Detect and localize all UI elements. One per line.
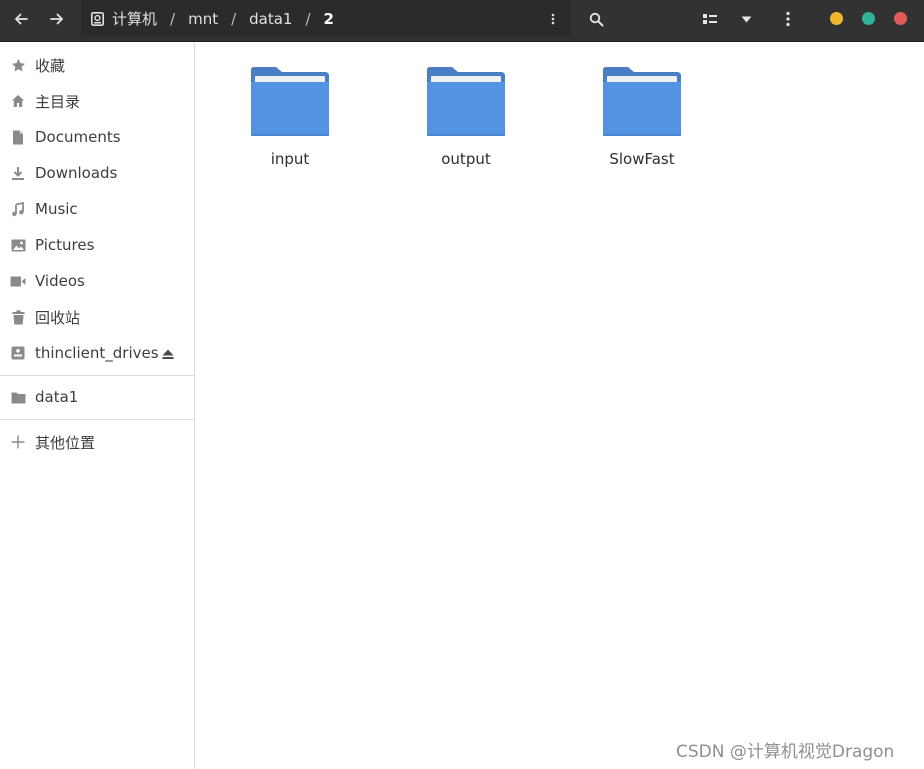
breadcrumb-label: 计算机 (112, 10, 158, 28)
sidebar-item-documents[interactable]: Documents (0, 122, 194, 152)
main-menu-button[interactable] (772, 4, 804, 34)
sidebar-item-data1[interactable]: data1 (0, 382, 194, 412)
video-icon (10, 273, 26, 289)
plus-icon (10, 434, 26, 450)
breadcrumb-separator: / (305, 9, 311, 28)
sidebar-item-downloads[interactable]: Downloads (0, 158, 194, 188)
breadcrumb-current[interactable]: 2 (322, 0, 336, 37)
breadcrumb-label: data1 (249, 9, 293, 28)
header-bar: 计算机 / mnt / data1 / 2 (0, 0, 924, 42)
maximize-button[interactable] (862, 12, 875, 25)
folder-item-slowfast[interactable]: SlowFast (572, 62, 712, 182)
list-view-icon (703, 14, 717, 24)
vertical-dots-icon (551, 13, 555, 25)
music-icon (10, 201, 26, 217)
path-bar: 计算机 / mnt / data1 / 2 (81, 0, 571, 37)
eject-icon[interactable] (162, 346, 174, 364)
vertical-dots-icon (786, 11, 790, 27)
path-menu-button[interactable] (539, 4, 567, 34)
breadcrumb-separator: / (231, 9, 237, 28)
breadcrumb-computer[interactable]: 计算机 (81, 0, 159, 37)
picture-icon (10, 237, 26, 253)
breadcrumb-separator: / (170, 9, 176, 28)
breadcrumb-data1[interactable]: data1 (247, 0, 294, 37)
sidebar-item-label: 回收站 (35, 308, 81, 327)
sidebar-item-label: 其他位置 (35, 433, 96, 452)
sidebar-item-label: data1 (35, 388, 79, 406)
sidebar-item-favorites[interactable]: 收藏 (0, 50, 194, 80)
document-icon (10, 129, 26, 145)
home-icon (10, 93, 26, 109)
sidebar-item-home[interactable]: 主目录 (0, 86, 194, 116)
sidebar-item-pictures[interactable]: Pictures (0, 230, 194, 260)
search-button[interactable] (580, 4, 612, 34)
folder-name: input (270, 150, 310, 168)
sidebar-item-label: Videos (35, 272, 85, 290)
sidebar-item-label: Documents (35, 128, 121, 146)
folder-icon (251, 67, 329, 136)
sidebar-item-label: Music (35, 200, 78, 218)
sidebar-item-label: 收藏 (35, 56, 66, 75)
watermark: CSDN @计算机视觉Dragon (676, 742, 895, 762)
breadcrumb-label: mnt (188, 9, 219, 28)
sidebar-item-label: Pictures (35, 236, 95, 254)
arrow-right-icon (50, 13, 63, 25)
view-mode-button[interactable] (694, 4, 726, 34)
sidebar-item-label: 主目录 (35, 92, 81, 111)
download-icon (10, 165, 26, 181)
trash-icon (10, 309, 26, 325)
close-button[interactable] (894, 12, 907, 25)
back-button[interactable] (5, 4, 37, 34)
file-view: input output SlowFast (196, 42, 924, 769)
sidebar-divider (0, 419, 194, 420)
search-icon (589, 12, 603, 26)
forward-button[interactable] (41, 4, 73, 34)
minimize-button[interactable] (830, 12, 843, 25)
arrow-left-icon (15, 13, 28, 25)
file-manager-window: 计算机 / mnt / data1 / 2 收藏 主目录 Documents D… (0, 0, 924, 769)
sidebar-item-music[interactable]: Music (0, 194, 194, 224)
drive-icon (91, 11, 104, 26)
sidebar-item-label: Downloads (35, 164, 118, 182)
folder-icon (10, 389, 26, 405)
view-options-dropdown[interactable] (730, 4, 762, 34)
chevron-down-icon (741, 16, 751, 22)
sidebar-item-videos[interactable]: Videos (0, 266, 194, 296)
folder-name: output (441, 150, 491, 168)
sidebar-item-trash[interactable]: 回收站 (0, 302, 194, 332)
folder-icon (603, 67, 681, 136)
drive-icon (10, 345, 26, 361)
sidebar-divider (0, 375, 194, 376)
sidebar-item-thinclient-drives[interactable]: thinclient_drives (0, 338, 194, 368)
folder-icon (427, 67, 505, 136)
sidebar: 收藏 主目录 Documents Downloads Music Picture… (0, 42, 195, 769)
folder-name: SlowFast (609, 150, 675, 168)
breadcrumb-label: 2 (323, 9, 334, 28)
star-icon (10, 57, 26, 73)
breadcrumb-mnt[interactable]: mnt (186, 0, 220, 37)
folder-item-input[interactable]: input (220, 62, 360, 182)
sidebar-item-label: thinclient_drives (35, 344, 159, 362)
sidebar-item-other-locations[interactable]: 其他位置 (0, 427, 194, 457)
folder-item-output[interactable]: output (396, 62, 536, 182)
